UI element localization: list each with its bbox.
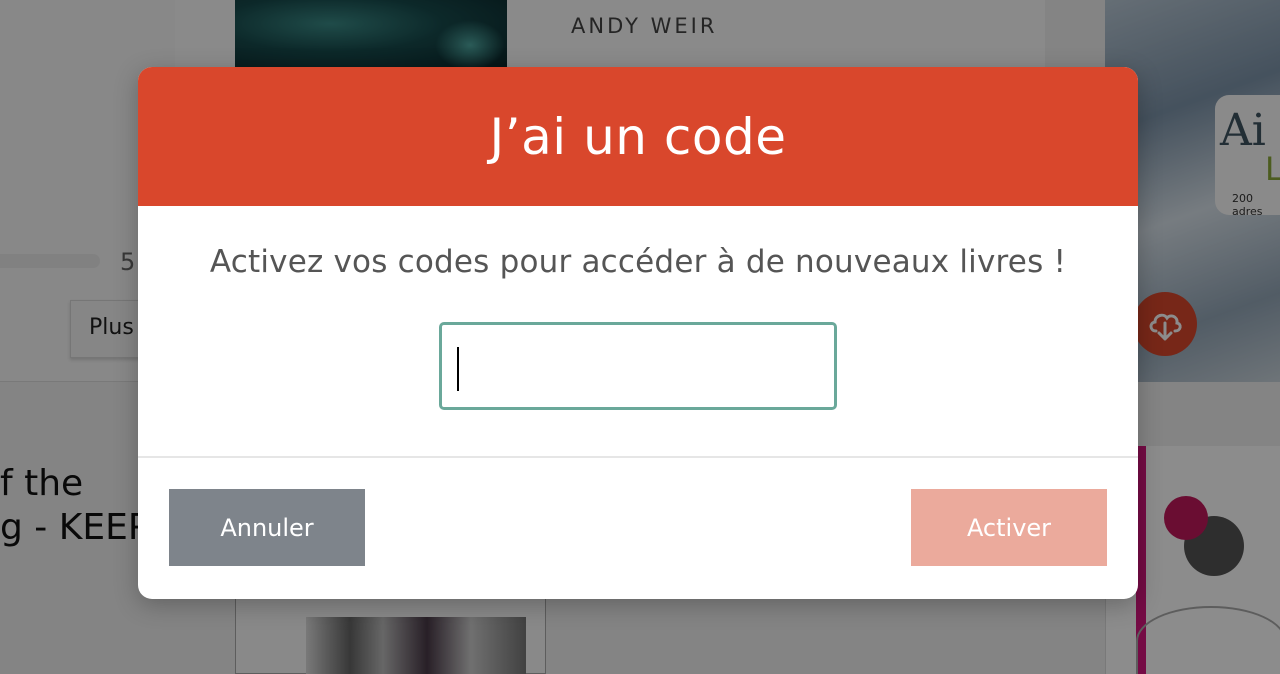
activate-button[interactable]: Activer [911, 489, 1107, 566]
dialog-footer: Annuler Activer [138, 458, 1138, 599]
cancel-button[interactable]: Annuler [169, 489, 365, 566]
dialog-description: Activez vos codes pour accéder à de nouv… [209, 244, 1067, 280]
text-caret [457, 347, 459, 391]
code-input[interactable] [439, 322, 837, 410]
code-dialog: J’ai un code Activez vos codes pour accé… [138, 67, 1138, 599]
dialog-body: Activez vos codes pour accéder à de nouv… [138, 206, 1138, 458]
dialog-title: J’ai un code [489, 107, 787, 166]
dialog-header: J’ai un code [138, 67, 1138, 206]
